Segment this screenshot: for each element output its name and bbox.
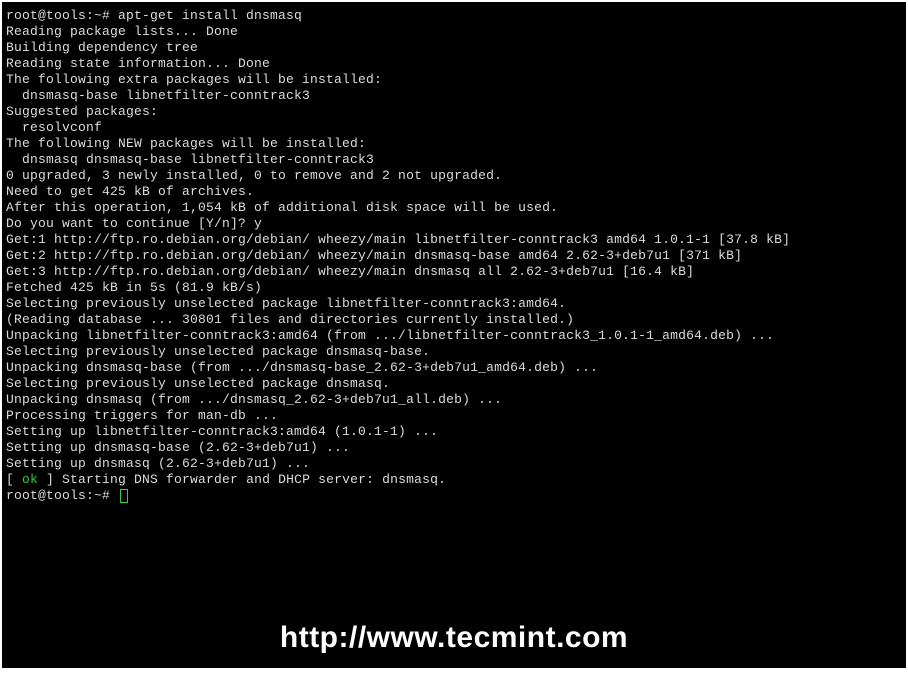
- terminal-line: After this operation, 1,054 kB of additi…: [6, 200, 902, 216]
- terminal-line: Get:3 http://ftp.ro.debian.org/debian/ w…: [6, 264, 902, 280]
- terminal-line: Get:1 http://ftp.ro.debian.org/debian/ w…: [6, 232, 902, 248]
- terminal-line: The following NEW packages will be insta…: [6, 136, 902, 152]
- terminal-line: Setting up dnsmasq-base (2.62-3+deb7u1) …: [6, 440, 902, 456]
- terminal-line: root@tools:~# apt-get install dnsmasq: [6, 8, 902, 24]
- terminal-line: (Reading database ... 30801 files and di…: [6, 312, 902, 328]
- terminal-line: Suggested packages:: [6, 104, 902, 120]
- terminal-line: Reading package lists... Done: [6, 24, 902, 40]
- watermark-text: http://www.tecmint.com: [2, 630, 906, 646]
- terminal-line: Unpacking libnetfilter-conntrack3:amd64 …: [6, 328, 902, 344]
- terminal-line: Selecting previously unselected package …: [6, 296, 902, 312]
- terminal-line: [ ok ] Starting DNS forwarder and DHCP s…: [6, 472, 902, 488]
- shell-prompt: root@tools:~#: [6, 488, 110, 503]
- status-ok: ok: [22, 472, 38, 487]
- terminal-line: Building dependency tree: [6, 40, 902, 56]
- terminal-line: Fetched 425 kB in 5s (81.9 kB/s): [6, 280, 902, 296]
- terminal-output: root@tools:~# apt-get install dnsmasqRea…: [6, 8, 902, 504]
- terminal-line: Processing triggers for man-db ...: [6, 408, 902, 424]
- terminal-line: Reading state information... Done: [6, 56, 902, 72]
- terminal-line: Unpacking dnsmasq-base (from .../dnsmasq…: [6, 360, 902, 376]
- terminal-line: Setting up libnetfilter-conntrack3:amd64…: [6, 424, 902, 440]
- terminal-line: Setting up dnsmasq (2.62-3+deb7u1) ...: [6, 456, 902, 472]
- terminal-line: dnsmasq dnsmasq-base libnetfilter-conntr…: [6, 152, 902, 168]
- terminal-line: resolvconf: [6, 120, 902, 136]
- terminal-line: Unpacking dnsmasq (from .../dnsmasq_2.62…: [6, 392, 902, 408]
- terminal-line: Selecting previously unselected package …: [6, 344, 902, 360]
- cursor-icon: [120, 489, 128, 503]
- shell-command: [110, 488, 118, 503]
- terminal-line: Need to get 425 kB of archives.: [6, 184, 902, 200]
- shell-prompt: root@tools:~#: [6, 8, 110, 23]
- terminal-line: dnsmasq-base libnetfilter-conntrack3: [6, 88, 902, 104]
- status-message: ] Starting DNS forwarder and DHCP server…: [38, 472, 446, 487]
- terminal-line: The following extra packages will be ins…: [6, 72, 902, 88]
- terminal-line: Do you want to continue [Y/n]? y: [6, 216, 902, 232]
- terminal-line: 0 upgraded, 3 newly installed, 0 to remo…: [6, 168, 902, 184]
- terminal-line: Get:2 http://ftp.ro.debian.org/debian/ w…: [6, 248, 902, 264]
- terminal-line: root@tools:~#: [6, 488, 902, 504]
- terminal-window[interactable]: root@tools:~# apt-get install dnsmasqRea…: [2, 2, 906, 668]
- shell-command: apt-get install dnsmasq: [110, 8, 302, 23]
- terminal-line: Selecting previously unselected package …: [6, 376, 902, 392]
- status-bracket: [: [6, 472, 22, 487]
